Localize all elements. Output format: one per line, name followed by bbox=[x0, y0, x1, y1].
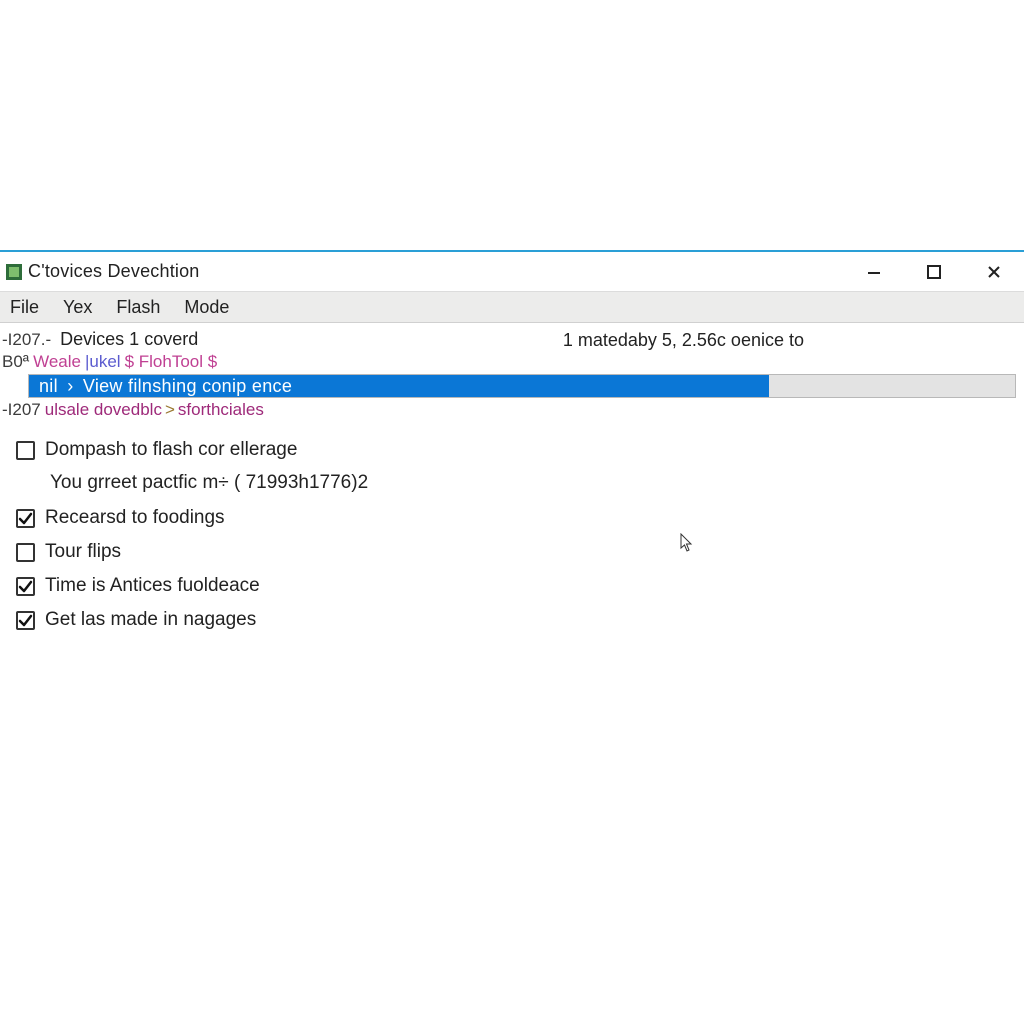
app-window: C'tovices Devechtion File Yex Flash Mode… bbox=[0, 250, 1024, 642]
chevron-right-icon: › bbox=[63, 376, 77, 396]
status-right-text: 1 matedaby 5, 2.56c oenice to bbox=[563, 328, 1024, 352]
option-get-las[interactable]: Get las made in nagages bbox=[16, 608, 1024, 632]
content-area: -I207.- Devices 1 coverd 1 matedaby 5, 2… bbox=[0, 323, 1024, 632]
checkbox-icon[interactable] bbox=[16, 577, 35, 596]
progress-label: View filnshing conip ence bbox=[83, 376, 292, 396]
option-dompash[interactable]: Dompash to flash cor ellerage bbox=[16, 438, 1024, 462]
option-recearsd[interactable]: Recearsd to foodings bbox=[16, 506, 1024, 530]
option-tour-flips[interactable]: Tour flips bbox=[16, 540, 1024, 564]
greater-than-icon: > bbox=[162, 400, 178, 420]
checkbox-icon[interactable] bbox=[16, 543, 35, 562]
option-time-antices[interactable]: Time is Antices fuoldeace bbox=[16, 574, 1024, 598]
tool-prefix: B0ª bbox=[2, 352, 29, 372]
progress-bar[interactable]: nil › View filnshing conip ence bbox=[28, 374, 1016, 398]
option-dompash-sub: You grreet pactfic m÷ ( 71993h1776)2 bbox=[50, 472, 1024, 494]
maximize-button[interactable] bbox=[904, 252, 964, 292]
close-button[interactable] bbox=[964, 252, 1024, 292]
tool-flashtool: $ FlohTool $ bbox=[125, 352, 218, 372]
option-label: Get las made in nagages bbox=[45, 608, 256, 632]
post-prefix: -I207 bbox=[2, 400, 41, 420]
menu-file[interactable]: File bbox=[8, 295, 41, 320]
status-row: -I207.- Devices 1 coverd 1 matedaby 5, 2… bbox=[0, 327, 1024, 352]
checkbox-icon[interactable] bbox=[16, 611, 35, 630]
menu-yex[interactable]: Yex bbox=[61, 295, 94, 320]
menu-bar: File Yex Flash Mode bbox=[0, 292, 1024, 323]
checkbox-icon[interactable] bbox=[16, 441, 35, 460]
post-uisale: ulsale dovedblc bbox=[45, 400, 162, 420]
minimize-button[interactable] bbox=[844, 252, 904, 292]
tool-ikkel: |ukel bbox=[81, 352, 125, 372]
checkbox-icon[interactable] bbox=[16, 509, 35, 528]
options-list: Dompash to flash cor ellerage You grreet… bbox=[0, 438, 1024, 632]
status-devices-text: Devices 1 coverd bbox=[60, 329, 198, 349]
option-label: Tour flips bbox=[45, 540, 121, 564]
progress-nil: nil bbox=[39, 376, 58, 396]
menu-mode[interactable]: Mode bbox=[182, 295, 231, 320]
option-label: Time is Antices fuoldeace bbox=[45, 574, 260, 598]
option-label: Recearsd to foodings bbox=[45, 506, 225, 530]
tool-line: B0ª Weale |ukel $ FlohTool $ bbox=[0, 352, 1024, 372]
menu-flash[interactable]: Flash bbox=[114, 295, 162, 320]
post-line: -I207 ulsale dovedblc > sforthciales bbox=[0, 400, 1024, 420]
tool-weale: Weale bbox=[33, 352, 81, 372]
status-prefix: -I207.- bbox=[2, 330, 51, 349]
title-bar[interactable]: C'tovices Devechtion bbox=[0, 252, 1024, 292]
app-icon bbox=[6, 264, 22, 280]
post-sfort: sforthciales bbox=[178, 400, 264, 420]
option-label: Dompash to flash cor ellerage bbox=[45, 438, 297, 462]
window-title: C'tovices Devechtion bbox=[28, 261, 200, 282]
progress-row: nil › View filnshing conip ence bbox=[0, 374, 1024, 398]
